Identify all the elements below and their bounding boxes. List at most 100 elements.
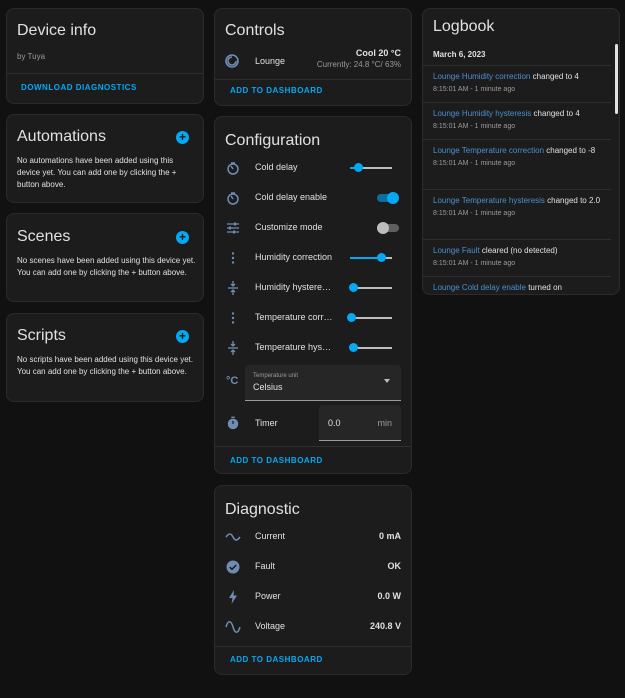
slider-knob[interactable] [347, 313, 357, 322]
divider [215, 79, 411, 80]
humidity-hysteresis-slider[interactable] [349, 283, 392, 292]
select-label: Temperature unit [253, 373, 299, 379]
cold-delay-enable-toggle[interactable] [377, 192, 399, 204]
log-entry: Lounge Humidity correction changed to 4 … [433, 71, 611, 93]
diag-value: OK [387, 561, 402, 571]
config-row-cold-delay-enable: Cold delay enable [215, 183, 411, 213]
automations-card: Automations + No automations have been a… [6, 114, 204, 203]
log-message: changed to 2.0 [544, 196, 601, 205]
log-entity-link[interactable]: Lounge Temperature hysteresis [433, 196, 545, 205]
log-time: 8:15:01 AM - 1 minute ago [433, 86, 516, 93]
scenes-empty-text: No scenes have been added using this dev… [17, 256, 196, 277]
chevron-down-icon [384, 379, 390, 383]
diagnostic-add-to-dashboard-button[interactable]: ADD TO DASHBOARD [230, 655, 323, 664]
humidity-correction-slider[interactable] [350, 253, 392, 262]
scripts-title: Scripts [17, 327, 66, 344]
divider [7, 73, 203, 74]
slider-knob[interactable] [349, 343, 359, 352]
timer-value: 0.0 [328, 418, 341, 428]
config-label: Temperature corr… [255, 312, 333, 322]
toggle-knob [377, 222, 389, 234]
config-label: Cold delay [255, 162, 298, 172]
controls-title: Controls [225, 22, 285, 39]
timer-input[interactable]: 0.0 min [319, 405, 401, 441]
divider [423, 139, 611, 140]
log-entry: Lounge Temperature hysteresis changed to… [433, 195, 609, 217]
diagnostic-title: Diagnostic [225, 501, 300, 518]
diag-row-current[interactable]: Current 0 mA [215, 522, 411, 552]
temperature-unit-select[interactable]: Temperature unit Celsius [245, 365, 401, 401]
add-script-button[interactable]: + [176, 330, 189, 343]
log-entity-link[interactable]: Lounge Humidity hysteresis [433, 109, 531, 118]
log-time: 8:15:01 AM - 1 minute ago [433, 160, 516, 167]
config-row-humidity-correction: Humidity correction [215, 243, 411, 273]
timer-label: Timer [255, 418, 278, 428]
scenes-title: Scenes [17, 228, 71, 245]
diag-row-fault[interactable]: Fault OK [215, 552, 411, 582]
thermostat-icon [225, 54, 239, 68]
temperature-correction-slider[interactable] [347, 313, 392, 322]
customize-mode-toggle[interactable] [377, 222, 399, 234]
slider-knob[interactable] [376, 253, 386, 262]
diag-value: 240.8 V [369, 621, 401, 631]
scripts-empty-text: No scripts have been added using this de… [17, 355, 194, 376]
config-row-temperature-unit: °C Temperature unit Celsius [215, 365, 411, 401]
arrow-collapse-vertical-icon [228, 341, 238, 355]
configuration-add-to-dashboard-button[interactable]: ADD TO DASHBOARD [230, 456, 323, 465]
dots-vertical-icon [231, 252, 235, 264]
diag-row-power[interactable]: Power 0.0 W [215, 582, 411, 612]
dots-vertical-icon [231, 312, 235, 324]
device-info-title: Device info [17, 22, 97, 39]
log-message: changed to -8 [544, 146, 596, 155]
toggle-knob [387, 192, 399, 204]
diagnostic-card: Diagnostic Current 0 mA Fault OK Power 0… [214, 485, 412, 675]
slider-knob[interactable] [349, 283, 359, 292]
config-label: Humidity hysteresis [255, 282, 333, 292]
slider-knob[interactable] [353, 163, 363, 172]
arrow-collapse-vertical-icon [228, 281, 238, 295]
controls-add-to-dashboard-button[interactable]: ADD TO DASHBOARD [230, 86, 323, 95]
log-entry: Lounge Fault cleared (no detected) 8:15:… [433, 245, 611, 267]
diag-label: Voltage [255, 621, 286, 631]
configuration-title: Configuration [225, 132, 321, 149]
timer-unit: min [377, 418, 392, 428]
automations-empty-text: No automations have been added using thi… [17, 156, 177, 189]
add-automation-button[interactable]: + [176, 131, 189, 144]
logbook-card: Logbook March 6, 2023 Lounge Humidity co… [422, 8, 620, 295]
config-row-humidity-hysteresis: Humidity hysteresis [215, 273, 411, 303]
divider [423, 65, 611, 66]
configuration-card: Configuration Cold delay Cold delay enab… [214, 116, 412, 474]
diag-label: Fault [255, 561, 276, 571]
log-message: turned on [525, 283, 562, 292]
log-entity-link[interactable]: Lounge Temperature correction [433, 146, 544, 155]
timer-outline-icon [227, 162, 239, 175]
scenes-card: Scenes + No scenes have been added using… [6, 213, 204, 302]
cold-delay-slider[interactable] [350, 163, 392, 172]
temperature-hysteresis-slider[interactable] [349, 343, 392, 352]
log-entity-link[interactable]: Lounge Cold delay enable [433, 283, 526, 292]
diag-value: 0.0 W [377, 591, 401, 601]
flash-icon [229, 590, 237, 604]
log-entity-link[interactable]: Lounge Humidity correction [433, 72, 530, 81]
config-label: Cold delay enable [255, 192, 328, 202]
climate-entity-row[interactable]: Lounge Cool 20 °C Currently: 24.8 °C/ 63… [215, 47, 411, 77]
log-entry: Lounge Humidity hysteresis changed to 4 … [433, 108, 611, 130]
diag-label: Current [255, 531, 286, 541]
device-info-card: Device info by Tuya DOWNLOAD DIAGNOSTICS [6, 8, 204, 104]
log-entry: Lounge Temperature correction changed to… [433, 145, 609, 167]
log-message: changed to 4 [531, 109, 580, 118]
climate-state: Cool 20 °C [355, 48, 401, 58]
sine-wave-icon [225, 621, 241, 633]
log-entity-link[interactable]: Lounge Fault [433, 246, 480, 255]
diag-label: Power [255, 591, 281, 601]
config-row-temperature-hysteresis: Temperature hyst… [215, 333, 411, 363]
climate-entity-name: Lounge [255, 56, 286, 66]
logbook-date: March 6, 2023 [433, 50, 486, 59]
controls-card: Controls Lounge Cool 20 °C Currently: 24… [214, 8, 412, 106]
logbook-scrollbar[interactable] [615, 44, 618, 114]
thermometer-celsius-icon: °C [226, 375, 239, 387]
diag-row-voltage[interactable]: Voltage 240.8 V [215, 612, 411, 642]
timer-icon [227, 416, 239, 430]
add-scene-button[interactable]: + [176, 231, 189, 244]
download-diagnostics-button[interactable]: DOWNLOAD DIAGNOSTICS [21, 83, 137, 92]
